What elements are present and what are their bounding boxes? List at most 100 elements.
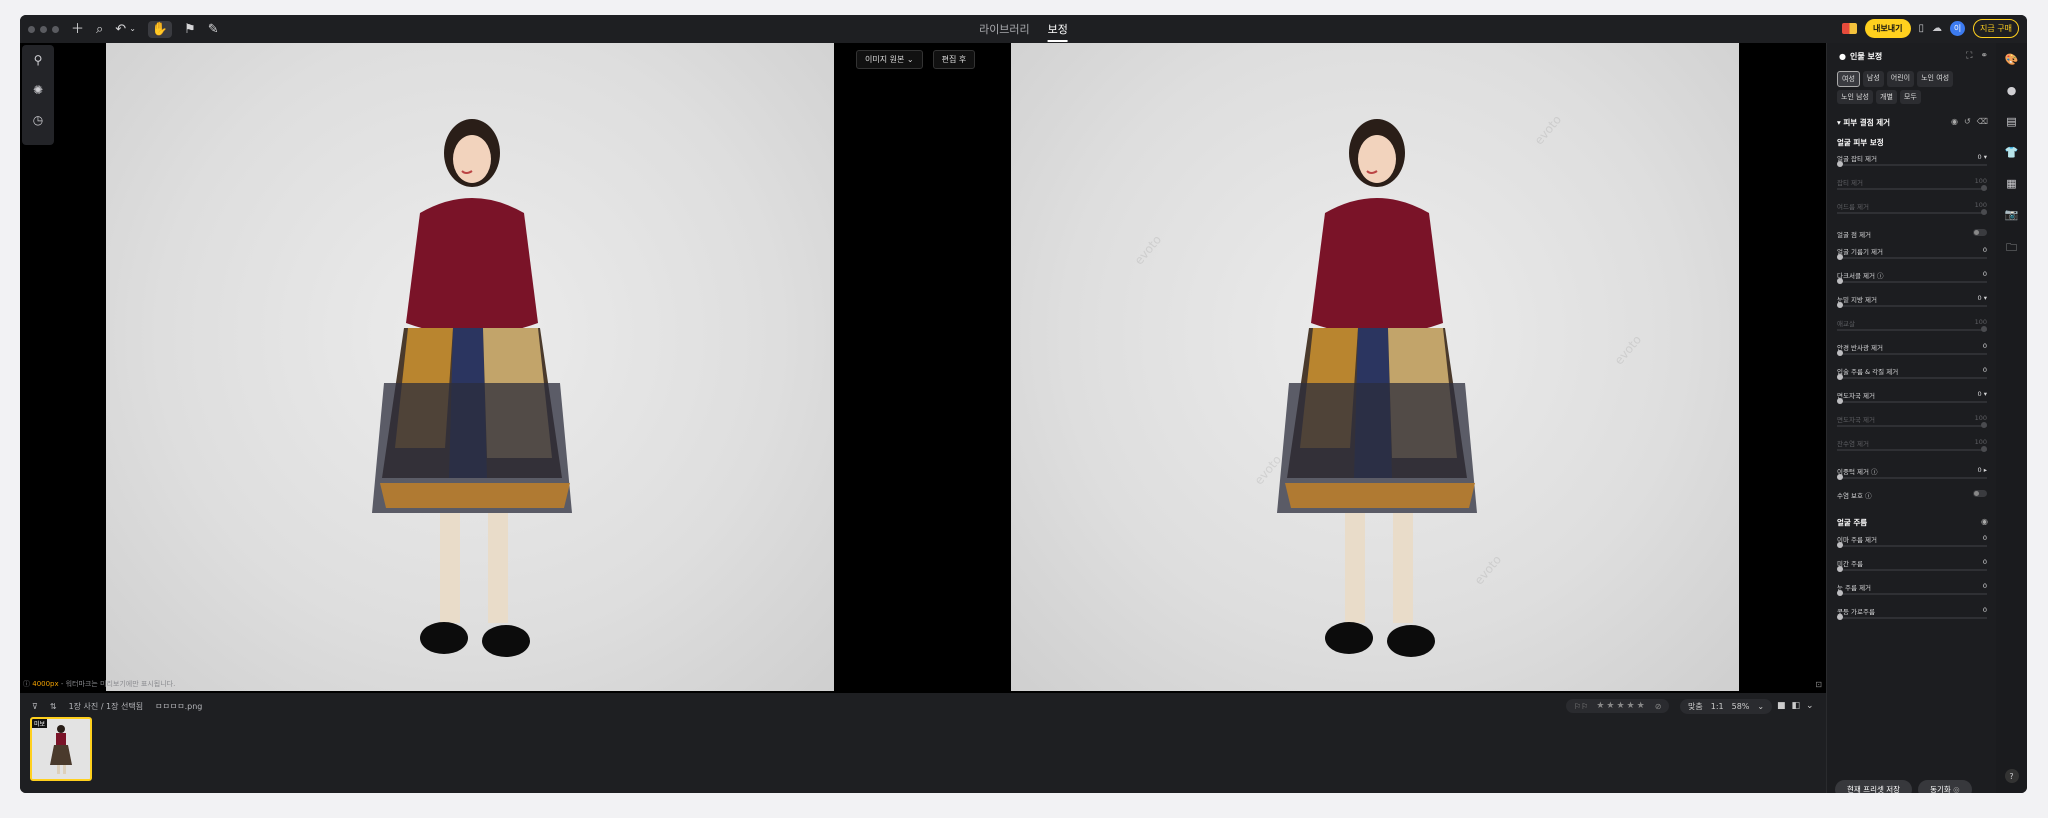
slider-row[interactable]: 애교살 100 — [1837, 318, 1987, 332]
folder-icon[interactable]: 🗀 — [2006, 239, 2017, 258]
slider-row[interactable]: 눈 주름 제거 0 — [1837, 582, 1987, 596]
split-view-icon[interactable]: ◧ — [1792, 701, 1801, 711]
slider-row[interactable]: 면도자국 제거 0 ▾ — [1837, 390, 1987, 404]
slider-knob[interactable] — [1837, 474, 1843, 480]
filter-icon[interactable]: ⊽ — [32, 702, 38, 711]
slider-row[interactable]: 입술 주름 & 각질 제거 0 — [1837, 366, 1987, 380]
export-button[interactable]: 내보내기 — [1865, 19, 1911, 38]
chip-elder-female[interactable]: 노인 여성 — [1917, 71, 1954, 87]
help-icon[interactable]: ⓘ — [1871, 468, 1878, 476]
add-icon[interactable]: ＋ — [71, 23, 84, 36]
slider-knob[interactable] — [1837, 254, 1843, 260]
after-label[interactable]: 편집 후 — [932, 50, 976, 69]
flag-icon[interactable]: ⚐⚐ — [1574, 702, 1588, 711]
chip-female[interactable]: 여성 — [1837, 71, 1860, 87]
background-icon[interactable]: ▦ — [2006, 177, 2016, 190]
slider-row[interactable]: 다크서클 제거 ⓘ 0 — [1837, 270, 1987, 284]
toggle-row[interactable]: 수염 보호 ⓘ — [1837, 490, 1987, 500]
slider-row[interactable]: 면도자국 제거 100 — [1837, 414, 1987, 428]
before-select[interactable]: 이미지 원본 ⌄ — [856, 50, 923, 69]
image-canvas[interactable]: 이미지 원본 ⌄ 편집 후 evoto evoto evoto evoto ev… — [20, 43, 1826, 693]
slider-knob[interactable] — [1837, 278, 1843, 284]
help-icon[interactable]: ? — [2004, 769, 2019, 783]
adjust-tool-icon[interactable]: ✺ — [33, 83, 43, 97]
toggle-switch[interactable] — [1973, 490, 1987, 497]
slider-row[interactable]: 안경 반사광 제거 0 — [1837, 342, 1987, 356]
slider-knob[interactable] — [1981, 446, 1987, 452]
toggle-switch[interactable] — [1973, 229, 1987, 236]
toggle-row[interactable]: 얼굴 점 제거 — [1837, 229, 1987, 239]
chip-elder-male[interactable]: 노인 남성 — [1837, 90, 1873, 104]
tab-library[interactable]: 라이브러리 — [979, 21, 1030, 42]
hand-tool-icon[interactable]: ✋ — [147, 20, 173, 38]
chip-child[interactable]: 어린이 — [1886, 71, 1915, 87]
expand-icon[interactable]: ⛶ — [1966, 51, 1972, 61]
layers-icon[interactable]: ▤ — [2006, 115, 2016, 128]
star-rating[interactable]: ★★★★★ — [1596, 701, 1646, 711]
palette-icon[interactable]: 🎨 — [2005, 53, 2019, 66]
chip-individual[interactable]: 개별 — [1876, 90, 1897, 104]
slider-row[interactable]: 이중턱 제거 ⓘ 0 ▸ — [1837, 466, 1987, 480]
slider-row[interactable]: 얼굴 기름기 제거 0 — [1837, 246, 1987, 260]
zoom-level[interactable]: 58% — [1732, 702, 1750, 711]
slider-knob[interactable] — [1837, 542, 1843, 548]
search-icon[interactable]: ⌕ — [96, 23, 103, 36]
slider-knob[interactable] — [1837, 590, 1843, 596]
help-icon[interactable]: ⓘ — [1877, 272, 1884, 280]
section-face-wrinkles[interactable]: 얼굴 주름 — [1837, 517, 1867, 528]
stamp-tool-icon[interactable]: ⚑ — [184, 23, 196, 36]
erase-icon[interactable]: ⌫ — [1977, 117, 1988, 126]
chip-all[interactable]: 모두 — [1899, 90, 1921, 104]
slider-knob[interactable] — [1981, 209, 1987, 215]
slider-knob[interactable] — [1981, 326, 1987, 332]
chevron-down-icon[interactable]: ⌄ — [129, 25, 136, 33]
tab-retouch[interactable]: 보정 — [1047, 21, 1068, 42]
slider-knob[interactable] — [1837, 566, 1843, 572]
fit-button[interactable]: 맞춤 — [1688, 701, 1703, 712]
photo-thumbnail[interactable]: 미보 — [30, 717, 92, 781]
slider-row[interactable]: 잔수염 제거 100 — [1837, 438, 1987, 452]
slider-row[interactable]: 잡티 제거 100 — [1837, 177, 1987, 191]
brush-tool-icon[interactable]: ✎ — [208, 23, 219, 36]
promo-icon[interactable] — [1842, 23, 1858, 34]
slider-knob[interactable] — [1837, 302, 1843, 308]
visibility-icon[interactable]: ◉ — [1951, 117, 1958, 126]
fullscreen-icon[interactable]: ⊡ — [1815, 680, 1822, 689]
slider-knob[interactable] — [1981, 185, 1987, 191]
chip-male[interactable]: 남성 — [1862, 71, 1884, 87]
slider-knob[interactable] — [1981, 422, 1987, 428]
undo-icon[interactable]: ↶ — [115, 23, 126, 36]
cloud-icon[interactable]: ☁ — [1932, 23, 1942, 34]
section-skin-blemish[interactable]: ▾ 피부 결점 제거 — [1837, 117, 1890, 128]
portrait-tool-icon[interactable]: ⚲ — [34, 53, 43, 67]
reject-icon[interactable]: ⊘ — [1655, 702, 1662, 711]
clothing-icon[interactable]: 👕 — [2005, 146, 2019, 159]
face-icon[interactable]: ● — [2007, 84, 2017, 97]
sync-settings-icon[interactable]: ◎ — [1953, 785, 1960, 793]
sort-icon[interactable]: ⇅ — [50, 702, 57, 711]
single-view-icon[interactable]: ■ — [1777, 701, 1786, 711]
slider-row[interactable]: 얼굴 잡티 제거 0 ▾ — [1837, 153, 1987, 167]
slider-knob[interactable] — [1837, 614, 1843, 620]
save-preset-button[interactable]: 현재 프리셋 저장 — [1835, 780, 1913, 793]
slider-row[interactable]: 눈밑 지방 제거 0 ▾ — [1837, 294, 1987, 308]
help-icon[interactable]: ⓘ — [1865, 492, 1872, 500]
slider-knob[interactable] — [1837, 398, 1843, 404]
slider-knob[interactable] — [1837, 161, 1843, 167]
avatar[interactable]: 이 — [1950, 21, 1966, 36]
camera-icon[interactable]: 📷 — [2005, 208, 2019, 221]
sync-button[interactable]: 동기화 ◎ — [1918, 780, 1972, 793]
slider-row[interactable]: 여드름 제거 100 — [1837, 201, 1987, 215]
phone-icon[interactable]: ▯ — [1919, 23, 1925, 34]
slider-knob[interactable] — [1837, 350, 1843, 356]
visibility-icon[interactable]: ◉ — [1981, 517, 1988, 526]
actual-size-button[interactable]: 1:1 — [1711, 702, 1724, 711]
slider-row[interactable]: 콧등 가로주름 0 — [1837, 606, 1987, 620]
link-icon[interactable]: ⚭ — [1980, 51, 1988, 61]
slider-knob[interactable] — [1837, 374, 1843, 380]
chevron-down-icon[interactable]: ⌄ — [1806, 701, 1814, 711]
reset-icon[interactable]: ↺ — [1964, 117, 1971, 126]
history-icon[interactable]: ◷ — [33, 113, 43, 127]
window-controls[interactable] — [28, 25, 59, 33]
chevron-down-icon[interactable]: ⌄ — [1757, 702, 1764, 711]
